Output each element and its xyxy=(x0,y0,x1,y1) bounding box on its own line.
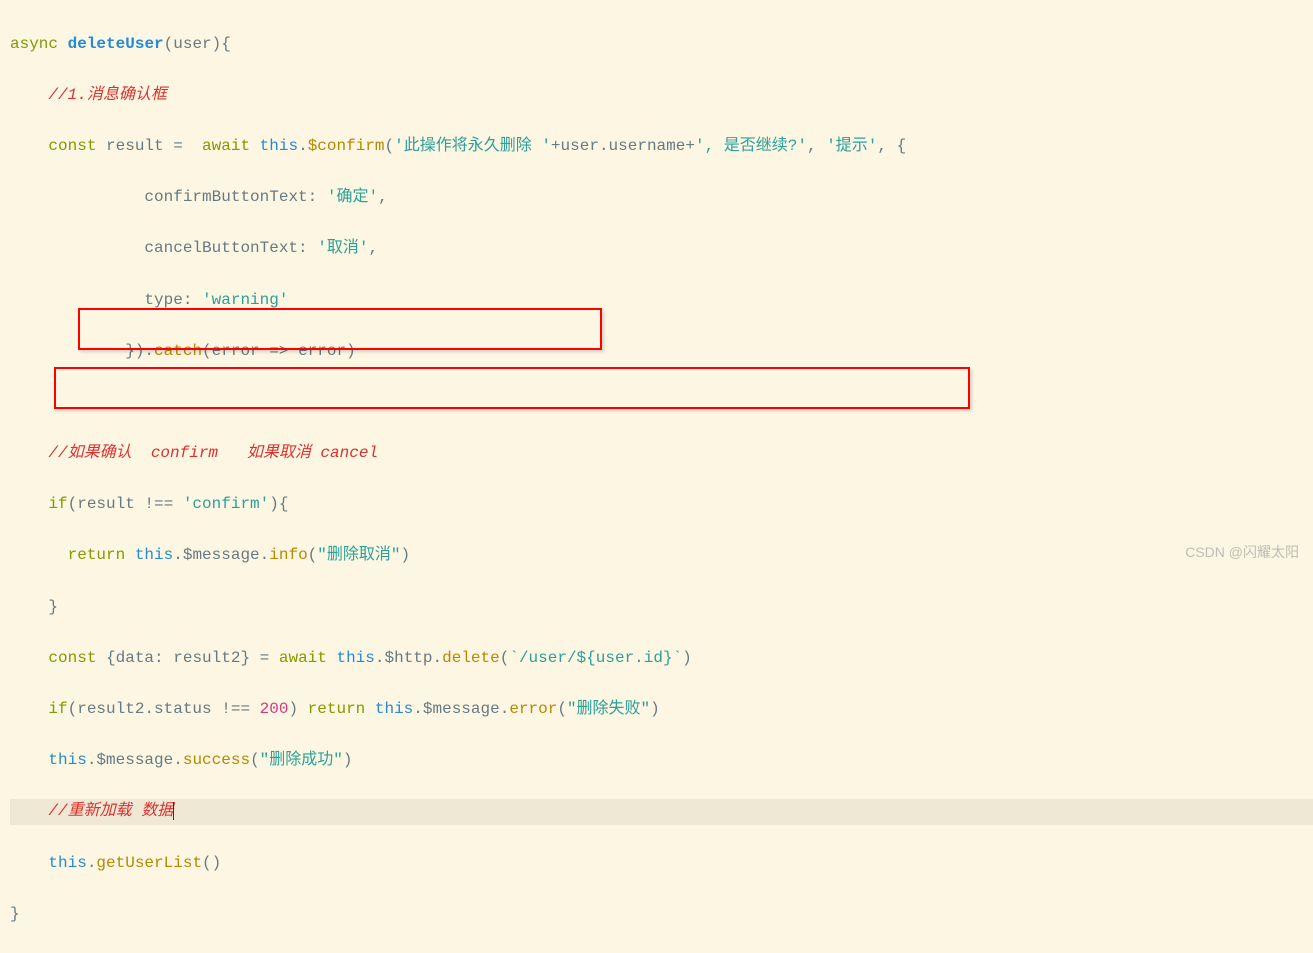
code-line: //1.消息确认框 xyxy=(10,83,1313,109)
code-line xyxy=(10,390,1313,416)
code-line: const {data: result2} = await this.$http… xyxy=(10,646,1313,672)
code-line: //如果确认 confirm 如果取消 cancel xyxy=(10,441,1313,467)
code-editor: async deleteUser(user){ //1.消息确认框 const … xyxy=(0,0,1313,953)
code-line: }).catch(error => error) xyxy=(10,339,1313,365)
code-line: const result = await this.$confirm('此操作将… xyxy=(10,134,1313,160)
code-line: async deleteUser(user){ xyxy=(10,32,1313,58)
code-line: if(result2.status !== 200) return this.$… xyxy=(10,697,1313,723)
code-line: } xyxy=(10,902,1313,928)
code-line: return this.$message.info("删除取消") xyxy=(10,543,1313,569)
code-line: if(result !== 'confirm'){ xyxy=(10,492,1313,518)
watermark: CSDN @闪耀太阳 xyxy=(1185,541,1299,563)
code-line: this.$message.success("删除成功") xyxy=(10,748,1313,774)
code-line: confirmButtonText: '确定', xyxy=(10,185,1313,211)
code-line-current: //重新加载 数据 xyxy=(10,799,1313,825)
code-line: } xyxy=(10,595,1313,621)
code-line: type: 'warning' xyxy=(10,288,1313,314)
code-line: this.getUserList() xyxy=(10,851,1313,877)
code-line: cancelButtonText: '取消', xyxy=(10,236,1313,262)
text-cursor xyxy=(173,802,174,820)
